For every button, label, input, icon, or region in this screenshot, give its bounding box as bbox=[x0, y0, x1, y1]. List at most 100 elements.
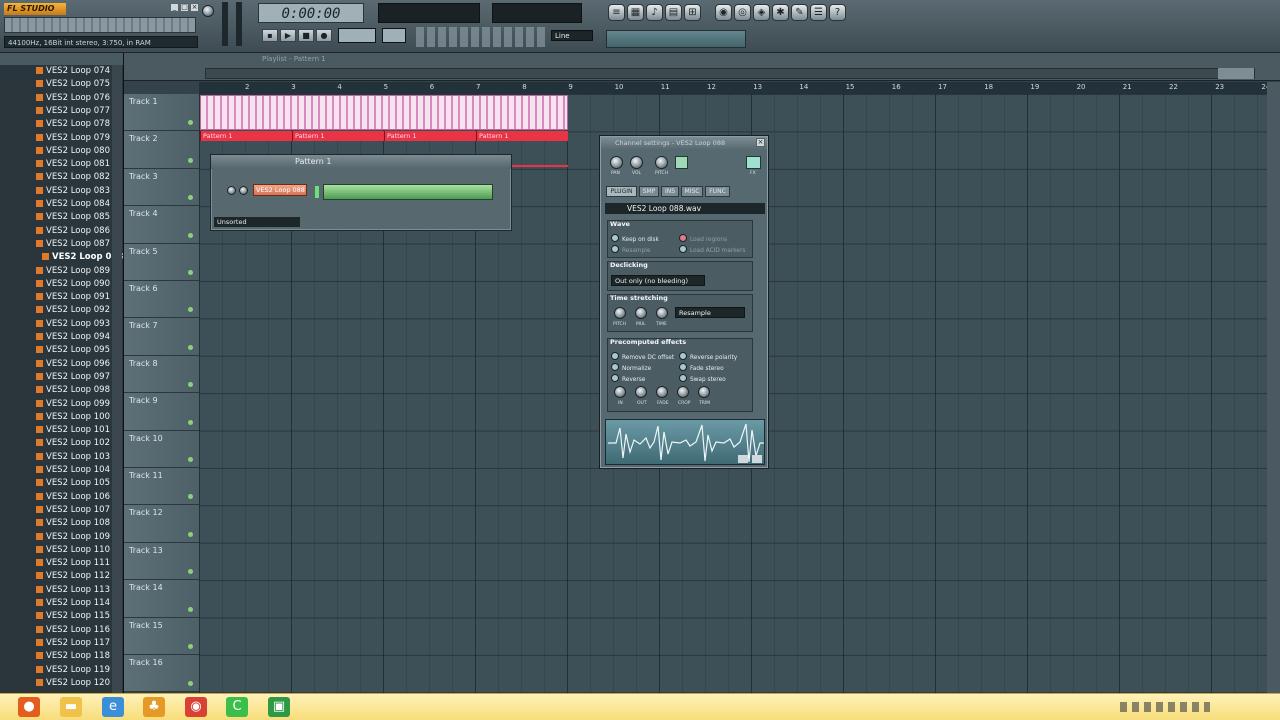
track-header[interactable]: Track 15 bbox=[124, 617, 199, 655]
pitch-knob[interactable] bbox=[655, 156, 668, 169]
browser-item[interactable]: VES2 Loop 080 bbox=[0, 145, 123, 158]
track-header[interactable]: Track 14 bbox=[124, 580, 199, 618]
reverse-option[interactable]: Reverse bbox=[611, 374, 645, 383]
stretch-time-knob[interactable] bbox=[656, 307, 668, 319]
effect-out-knob[interactable] bbox=[635, 386, 647, 398]
resample-option[interactable]: Resample bbox=[611, 245, 650, 254]
track-header[interactable]: Track 12 bbox=[124, 505, 199, 543]
save-project-button[interactable]: ◎ bbox=[734, 4, 751, 21]
track-mute-led[interactable] bbox=[188, 382, 193, 388]
browser-item[interactable]: VES2 Loop 094 bbox=[0, 331, 123, 344]
browser-item[interactable]: VES2 Loop 086 bbox=[0, 225, 123, 238]
track-mute-led[interactable] bbox=[188, 569, 193, 575]
track-mute-led[interactable] bbox=[188, 494, 193, 500]
export-button[interactable]: ◈ bbox=[753, 4, 770, 21]
sample-file-select[interactable]: VES2 Loop 088.wav bbox=[605, 203, 765, 214]
master-volume-knob[interactable] bbox=[202, 5, 214, 17]
record-button[interactable]: ● bbox=[316, 29, 332, 42]
browser-item[interactable]: VES2 Loop 075 bbox=[0, 78, 123, 91]
master-pitch-slider[interactable] bbox=[236, 2, 242, 46]
stretch-pitch-knob[interactable] bbox=[614, 307, 626, 319]
track-mute-led[interactable] bbox=[188, 643, 193, 649]
track-header[interactable]: Track 10 bbox=[124, 430, 199, 468]
pattern-clip[interactable]: Pattern 1 bbox=[476, 131, 568, 141]
track-mute-led[interactable] bbox=[188, 419, 193, 425]
browser-item[interactable]: VES2 Loop 101 bbox=[0, 424, 123, 437]
tab-smp[interactable]: SMP bbox=[639, 186, 659, 197]
browser-item[interactable]: VES2 Loop 082 bbox=[0, 171, 123, 184]
browser-item[interactable]: VES2 Loop 079 bbox=[0, 132, 123, 145]
track-header[interactable]: Track 9 bbox=[124, 393, 199, 431]
declicking-select[interactable]: Out only (no bleeding) bbox=[611, 275, 705, 286]
channel-filter-select[interactable]: Unsorted bbox=[214, 217, 300, 227]
normalize-option[interactable]: Normalize bbox=[611, 363, 651, 372]
track-mute-led[interactable] bbox=[188, 531, 193, 537]
system-tray[interactable] bbox=[1120, 702, 1210, 712]
minimize-button[interactable]: _ bbox=[170, 3, 179, 12]
browser-button[interactable]: ▤ bbox=[665, 4, 682, 21]
track-mute-led[interactable] bbox=[188, 232, 193, 238]
browser-item[interactable]: VES2 Loop 097 bbox=[0, 371, 123, 384]
reverse-polarity-option[interactable]: Reverse polarity bbox=[679, 352, 737, 361]
ie-icon[interactable]: e bbox=[102, 697, 124, 717]
browser-item[interactable]: VES2 Loop 092 bbox=[0, 304, 123, 317]
volume-knob[interactable] bbox=[630, 156, 643, 169]
track-mute-led[interactable] bbox=[188, 157, 193, 163]
step-sequencer-title[interactable]: Pattern 1 bbox=[211, 155, 511, 169]
stretch-mode-select[interactable]: Resample bbox=[675, 307, 745, 318]
browser-item[interactable]: VES2 Loop 108 bbox=[0, 517, 123, 530]
pitch-range-box[interactable] bbox=[675, 156, 688, 169]
fl-studio-icon[interactable]: ♣ bbox=[143, 697, 165, 717]
track-mute-led[interactable] bbox=[188, 606, 193, 612]
browser-item[interactable]: VES2 Loop 077 bbox=[0, 105, 123, 118]
browser-item[interactable]: VES2 Loop 106 bbox=[0, 491, 123, 504]
browser-item[interactable]: VES2 Loop 091 bbox=[0, 291, 123, 304]
browser-item[interactable]: VES2 Loop 105 bbox=[0, 477, 123, 490]
browser-item[interactable]: VES2 Loop 100 bbox=[0, 411, 123, 424]
track-mute-led[interactable] bbox=[188, 681, 193, 687]
track-mute-led[interactable] bbox=[188, 344, 193, 350]
main-menu[interactable] bbox=[4, 17, 196, 33]
browser-item[interactable]: VES2 Loop 120 bbox=[0, 677, 123, 690]
camtasia-icon[interactable]: C bbox=[226, 697, 248, 717]
browser-item[interactable]: VES2 Loop 096 bbox=[0, 358, 123, 371]
browser-item[interactable]: VES2 Loop 116 bbox=[0, 624, 123, 637]
browser-item[interactable]: VES2 Loop 093 bbox=[0, 318, 123, 331]
track-header[interactable]: Track 4 bbox=[124, 206, 199, 244]
track-header[interactable]: Track 2 bbox=[124, 131, 199, 169]
browser-item[interactable]: VES2 Loop 103 bbox=[0, 451, 123, 464]
browser-item[interactable]: VES2 Loop 114 bbox=[0, 597, 123, 610]
track-header[interactable]: Track 3 bbox=[124, 168, 199, 207]
tempo-display[interactable] bbox=[338, 28, 376, 43]
channel-settings-close-button[interactable]: × bbox=[756, 138, 765, 147]
browser-item[interactable]: VES2 Loop 087 bbox=[0, 238, 123, 251]
close-button[interactable]: × bbox=[190, 3, 199, 12]
maximize-button[interactable]: □ bbox=[180, 3, 189, 12]
browser-item[interactable]: VES2 Loop 110 bbox=[0, 544, 123, 557]
browser-item[interactable]: VES2 Loop 095 bbox=[0, 344, 123, 357]
effect-crop-knob[interactable] bbox=[677, 386, 689, 398]
tab-ins[interactable]: INS bbox=[661, 186, 679, 197]
stretch-mul-knob[interactable] bbox=[635, 307, 647, 319]
waveform-zoom-button[interactable] bbox=[738, 455, 748, 463]
load-acid-markers-option[interactable]: Load ACID markers bbox=[679, 245, 745, 254]
track-header[interactable]: Track 7 bbox=[124, 318, 199, 356]
audio-clip-drums[interactable] bbox=[200, 95, 568, 130]
effect-fade-knob[interactable] bbox=[656, 386, 668, 398]
browser-item[interactable]: VES2 Loop 081 bbox=[0, 158, 123, 171]
record-audio-button[interactable]: ✱ bbox=[772, 4, 789, 21]
playlist-scroll-thumb[interactable] bbox=[1218, 68, 1254, 79]
track-header[interactable]: Track 11 bbox=[124, 468, 199, 506]
tab-func[interactable]: FUNC bbox=[705, 186, 730, 197]
timeline-ruler[interactable]: 2 3 4 5 6 7 8 9 10 11 12 13 14 15 16 17 18 19 20 21 22 23 24 bbox=[199, 82, 1270, 94]
channel-pan-knob[interactable] bbox=[227, 186, 236, 195]
playlist-window-button[interactable]: ≡ bbox=[608, 4, 625, 21]
track-header[interactable]: Track 5 bbox=[124, 243, 199, 281]
fade-stereo-option[interactable]: Fade stereo bbox=[679, 363, 724, 372]
pattern-mode-button[interactable]: ▪ bbox=[262, 29, 278, 42]
track-header[interactable]: Track 8 bbox=[124, 355, 199, 394]
track-mute-led[interactable] bbox=[188, 456, 193, 462]
sample-waveform[interactable] bbox=[605, 419, 765, 465]
browser-scrollbar[interactable] bbox=[112, 65, 122, 693]
browser-item[interactable]: VES2 Loop 084 bbox=[0, 198, 123, 211]
